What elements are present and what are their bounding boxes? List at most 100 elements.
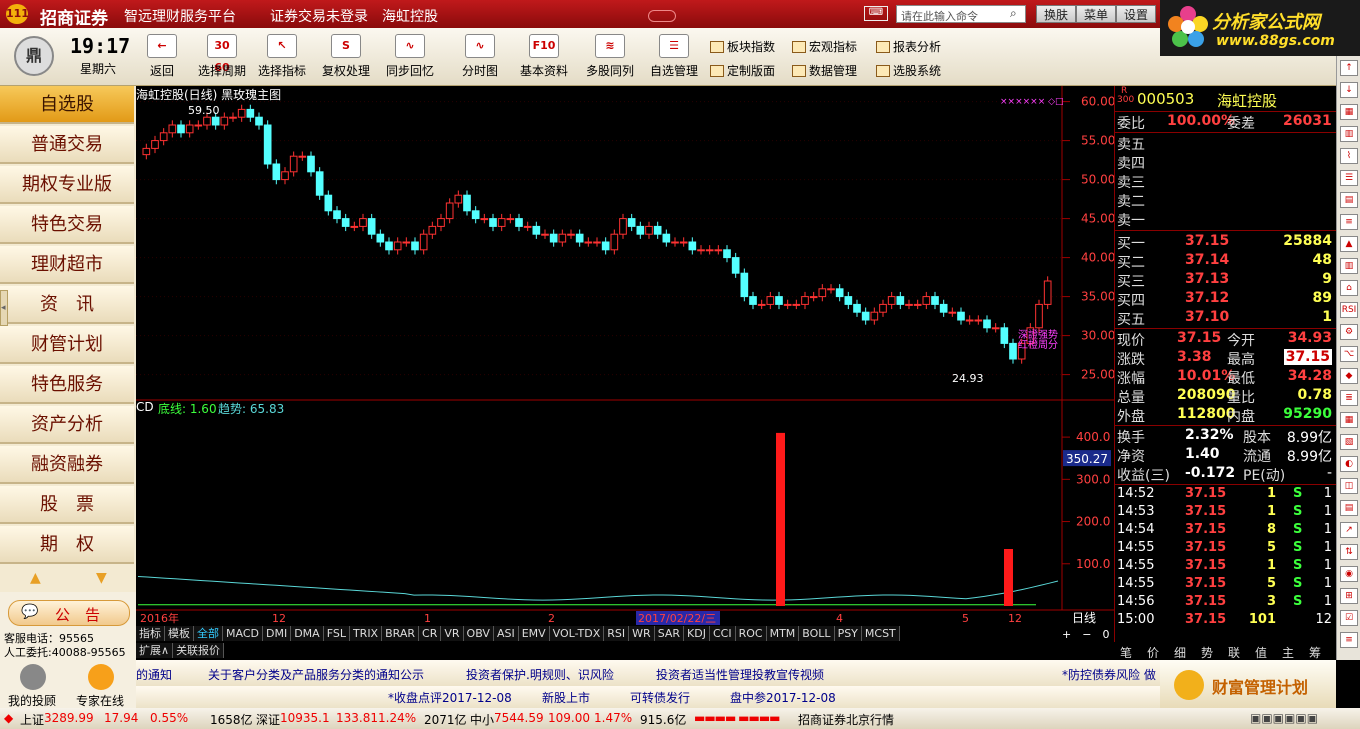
candle-body[interactable] bbox=[939, 303, 948, 313]
candle-body[interactable] bbox=[220, 116, 229, 126]
candle-body[interactable] bbox=[1035, 303, 1043, 329]
sidebar-tool-icon[interactable]: ≣ bbox=[1340, 390, 1358, 406]
indicator-tab-16[interactable]: WR bbox=[629, 626, 655, 641]
candle-body[interactable] bbox=[662, 233, 671, 243]
indicator-tab-19[interactable]: CCI bbox=[709, 626, 736, 641]
candle-body[interactable] bbox=[506, 218, 515, 221]
indicator-tab-18[interactable]: KDJ bbox=[684, 626, 710, 641]
indicator-tab-13[interactable]: EMV bbox=[518, 626, 550, 641]
skin-button[interactable]: 换肤 bbox=[1036, 5, 1076, 23]
candle-body[interactable] bbox=[263, 124, 272, 165]
indicator-tab-17[interactable]: SAR bbox=[654, 626, 685, 641]
candle-body[interactable] bbox=[298, 155, 307, 158]
nav-item-8[interactable]: 资产分析 bbox=[0, 406, 134, 444]
zoom-controls[interactable]: + − 0 bbox=[1062, 626, 1114, 642]
quote-tab-4[interactable]: 联 bbox=[1228, 644, 1240, 661]
nav-item-7[interactable]: 特色服务 bbox=[0, 366, 134, 404]
indicator-tab-10[interactable]: VR bbox=[441, 626, 464, 641]
candle-body[interactable] bbox=[575, 233, 584, 243]
nav-item-3[interactable]: 特色交易 bbox=[0, 206, 134, 244]
candle-body[interactable] bbox=[541, 233, 549, 236]
candle-body[interactable] bbox=[558, 233, 567, 243]
candle-body[interactable] bbox=[211, 116, 220, 126]
candle-body[interactable] bbox=[177, 124, 185, 134]
candle-body[interactable] bbox=[792, 303, 801, 306]
candle-body[interactable] bbox=[870, 311, 879, 321]
sidebar-tool-icon[interactable]: ▦ bbox=[1340, 412, 1358, 428]
candle-body[interactable] bbox=[853, 303, 861, 313]
candle-body[interactable] bbox=[974, 319, 983, 322]
indicator-tab-4[interactable]: DMI bbox=[262, 626, 292, 641]
candle-body[interactable] bbox=[861, 311, 870, 321]
keyboard-icon[interactable]: ⌨ bbox=[864, 6, 888, 21]
candle-body[interactable] bbox=[697, 249, 705, 252]
zoom-reset-icon[interactable]: 0 bbox=[1102, 628, 1109, 641]
indicator-spike-bar[interactable] bbox=[776, 432, 785, 606]
candle-body[interactable] bbox=[653, 225, 662, 235]
nav-item-11[interactable]: 期 权 bbox=[0, 526, 134, 564]
candle-body[interactable] bbox=[818, 288, 827, 298]
sidebar-tool-icon[interactable]: ▥ bbox=[1340, 258, 1358, 274]
candle-body[interactable] bbox=[965, 319, 974, 322]
toolbar-sector-index-link[interactable]: 板块指数 bbox=[710, 38, 775, 56]
toolbar-cursor-button[interactable]: ↖ 选择指标 bbox=[250, 34, 314, 84]
candle-body[interactable] bbox=[688, 241, 697, 251]
nav-down-icon[interactable]: ▼ bbox=[96, 570, 107, 586]
toolbar-sync-button[interactable]: ∿ 同步回忆 bbox=[378, 34, 442, 84]
candle-body[interactable] bbox=[714, 249, 723, 252]
collapse-toggle[interactable] bbox=[648, 10, 676, 22]
news-item[interactable]: 关于客户分类及产品服务分类的通知公示 bbox=[208, 666, 424, 683]
candle-body[interactable] bbox=[237, 108, 246, 118]
candle-body[interactable] bbox=[948, 311, 957, 314]
toolbar-screener-link[interactable]: 选股系统 bbox=[876, 62, 941, 80]
notice-button[interactable]: 💬 公 告 bbox=[8, 600, 130, 626]
search-icon[interactable]: ⌕ bbox=[1010, 6, 1017, 21]
candle-body[interactable] bbox=[437, 218, 445, 227]
menu-button[interactable]: 菜单 bbox=[1076, 5, 1116, 23]
toolbar-multi-stock-button[interactable]: ≋ 多股同列 bbox=[578, 34, 642, 84]
indicator-spike-bar[interactable] bbox=[1004, 549, 1013, 606]
wealth-plan-banner[interactable]: 财富管理计划 bbox=[1160, 660, 1336, 708]
indicator-tab-0[interactable]: 指标 bbox=[136, 626, 165, 641]
candle-body[interactable] bbox=[315, 171, 324, 196]
candle-body[interactable] bbox=[896, 296, 905, 305]
sidebar-tool-icon[interactable]: ≡ bbox=[1340, 632, 1358, 648]
candle-body[interactable] bbox=[419, 233, 428, 251]
sidebar-tool-icon[interactable]: ◫ bbox=[1340, 478, 1358, 494]
zoom-out-icon[interactable]: − bbox=[1082, 628, 1091, 641]
indicator-tab-8[interactable]: BRAR bbox=[382, 626, 420, 641]
candle-body[interactable] bbox=[887, 296, 896, 305]
candle-body[interactable] bbox=[428, 225, 437, 235]
nav-item-2[interactable]: 期权专业版 bbox=[0, 166, 134, 204]
indicator-tab-21[interactable]: MTM bbox=[766, 626, 800, 641]
indicator-tab-1[interactable]: 模板 bbox=[165, 626, 194, 641]
nav-item-0[interactable]: 自选股 bbox=[0, 86, 134, 124]
sidebar-tool-icon[interactable]: RSI bbox=[1340, 302, 1358, 318]
expert-online-button[interactable]: 专家在线 bbox=[76, 692, 124, 709]
toolbar-report-link[interactable]: 报表分析 bbox=[876, 38, 941, 56]
candle-body[interactable] bbox=[272, 163, 281, 181]
sidebar-tool-icon[interactable]: ▤ bbox=[1340, 500, 1358, 516]
indicator-tab-9[interactable]: CR bbox=[419, 626, 442, 641]
candle-body[interactable] bbox=[549, 233, 558, 243]
sidebar-tool-icon[interactable]: ▤ bbox=[1340, 192, 1358, 208]
indicator-tab-12[interactable]: ASI bbox=[493, 626, 519, 641]
candle-body[interactable] bbox=[350, 225, 359, 228]
candle-body[interactable] bbox=[463, 194, 471, 212]
candle-body[interactable] bbox=[385, 241, 393, 251]
candle-body[interactable] bbox=[333, 210, 341, 220]
investor-icon[interactable] bbox=[20, 664, 46, 690]
settings-button[interactable]: 设置 bbox=[1116, 5, 1156, 23]
candle-body[interactable] bbox=[454, 194, 463, 204]
command-input[interactable]: 请在此输入命令 bbox=[896, 5, 1026, 23]
nav-item-1[interactable]: 普通交易 bbox=[0, 126, 134, 164]
nav-up-icon[interactable]: ▲ bbox=[30, 570, 41, 586]
nav-item-6[interactable]: 财管计划 bbox=[0, 326, 134, 364]
candle-body[interactable] bbox=[610, 233, 619, 251]
quote-tab-6[interactable]: 主 bbox=[1282, 644, 1294, 661]
candle-body[interactable] bbox=[532, 225, 541, 235]
news-link[interactable]: *收盘点评2017-12-08 bbox=[388, 689, 512, 706]
candle-body[interactable] bbox=[393, 241, 402, 251]
candle-body[interactable] bbox=[471, 210, 480, 220]
sidebar-tool-icon[interactable]: ≡ bbox=[1340, 214, 1358, 230]
